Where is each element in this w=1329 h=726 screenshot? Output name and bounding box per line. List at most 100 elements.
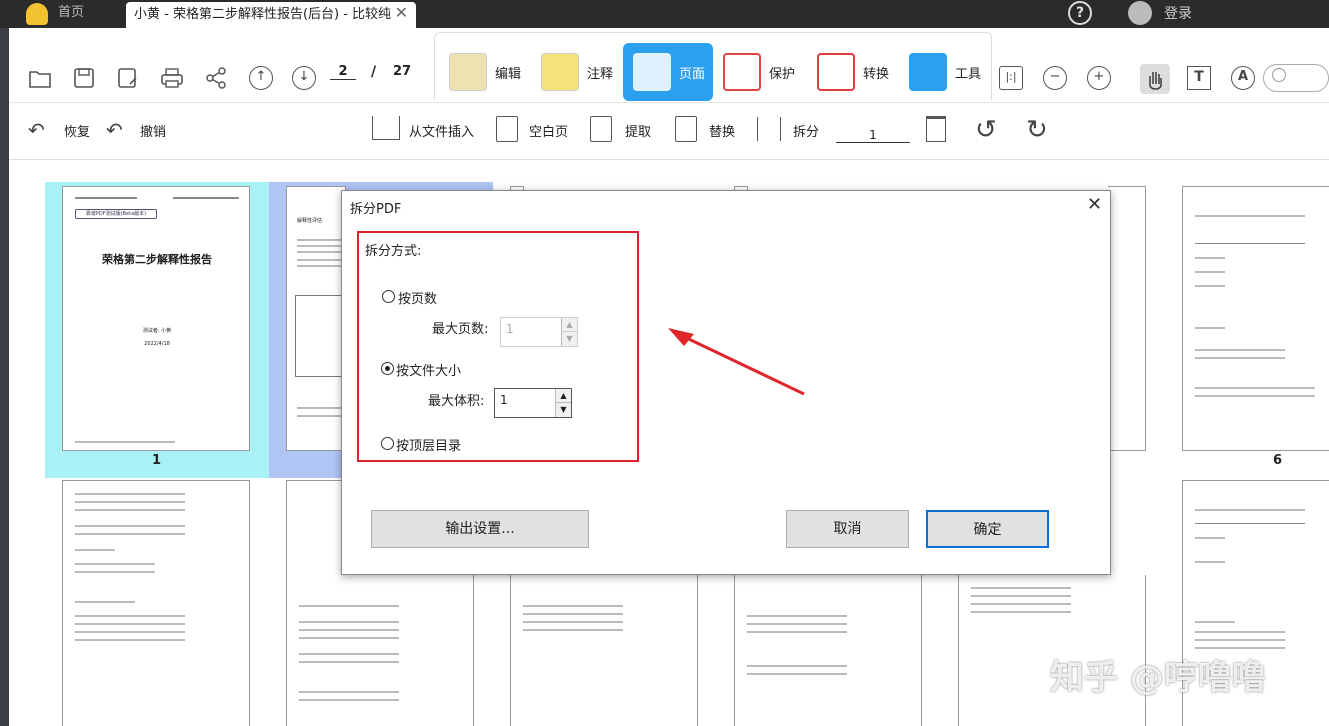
ribbon-tabs: 编辑 注释 页面 保护 转换 工具 bbox=[434, 32, 992, 101]
dialog-close-icon[interactable]: ✕ bbox=[1087, 194, 1102, 215]
ribbon-page-label: 页面 bbox=[679, 66, 706, 82]
tab-home-label: 首页 bbox=[58, 5, 85, 20]
home-icon bbox=[26, 3, 48, 25]
side-strip bbox=[0, 28, 9, 726]
help-icon[interactable]: ? bbox=[1068, 1, 1092, 25]
title-bar: 首页 小黄 - 荣格第二步解释性报告(后台) - 比较纯粹... ✕ ? 登录 bbox=[0, 0, 1329, 48]
ocr-icon[interactable]: A bbox=[1231, 66, 1255, 90]
text-select-icon[interactable]: T bbox=[1187, 66, 1211, 90]
zoom-out-icon[interactable]: − bbox=[1043, 66, 1067, 90]
replace-icon[interactable] bbox=[675, 116, 697, 142]
ribbon-annotate-label: 注释 bbox=[587, 66, 614, 82]
page-thumbnail-2[interactable]: 解释性评估 bbox=[286, 186, 347, 451]
page-up-icon[interactable]: ↑ bbox=[249, 66, 273, 90]
page-icon bbox=[633, 53, 671, 91]
ribbon-edit[interactable]: 编辑 bbox=[449, 43, 521, 101]
radio-by-toc-label[interactable]: 按顶层目录 bbox=[396, 435, 461, 454]
login-link[interactable]: 登录 bbox=[1164, 3, 1192, 23]
open-folder-icon[interactable] bbox=[28, 66, 52, 90]
split-icon[interactable] bbox=[757, 117, 781, 141]
page-down-icon[interactable]: ↓ bbox=[292, 66, 316, 90]
protect-icon bbox=[723, 53, 761, 91]
hand-tool-icon[interactable] bbox=[1140, 64, 1170, 94]
print-icon[interactable] bbox=[160, 66, 184, 90]
page-thumbnail-9[interactable] bbox=[510, 575, 698, 726]
split-method-label: 拆分方式: bbox=[365, 244, 422, 259]
ribbon-tools[interactable]: 工具 bbox=[909, 43, 981, 101]
max-pages-value: 1 bbox=[506, 322, 514, 336]
convert-icon bbox=[817, 53, 855, 91]
rotate-left-icon[interactable]: ↺ bbox=[975, 115, 997, 145]
replace-button[interactable]: 替换 bbox=[709, 121, 735, 140]
cover-title: 荣格第二步解释性报告 bbox=[102, 253, 212, 266]
avatar[interactable] bbox=[1128, 1, 1152, 25]
ribbon-convert-label: 转换 bbox=[863, 66, 890, 82]
output-settings-button[interactable]: 输出设置... bbox=[371, 510, 589, 548]
page-separator: / bbox=[371, 64, 377, 80]
undo-button[interactable]: 撤销 bbox=[140, 121, 166, 140]
page-thumbnail-5[interactable] bbox=[1108, 186, 1146, 451]
page-thumbnail-7[interactable] bbox=[62, 480, 250, 726]
ribbon-protect[interactable]: 保护 bbox=[723, 43, 795, 101]
max-size-label: 最大体积: bbox=[428, 394, 485, 409]
undo-icon[interactable]: ↶ bbox=[106, 118, 123, 142]
share-icon[interactable] bbox=[204, 66, 228, 90]
page-number-1: 1 bbox=[152, 453, 162, 468]
radio-by-size[interactable] bbox=[381, 362, 394, 375]
save-icon[interactable] bbox=[72, 66, 96, 90]
delete-icon[interactable] bbox=[926, 116, 946, 142]
radio-by-pages[interactable] bbox=[382, 290, 395, 303]
radio-by-pages-label[interactable]: 按页数 bbox=[398, 288, 437, 307]
current-page-input[interactable]: 2 bbox=[330, 64, 356, 80]
ribbon-tools-label: 工具 bbox=[955, 66, 982, 82]
redo-button[interactable]: 恢复 bbox=[64, 121, 90, 140]
max-pages-spinner[interactable]: 1 ▲ ▼ bbox=[500, 317, 578, 347]
cover-date: 2022/4/18 bbox=[144, 341, 170, 347]
page-thumbnail-6[interactable] bbox=[1182, 186, 1329, 451]
max-size-spinner[interactable]: 1 ▲ ▼ bbox=[494, 388, 572, 418]
extract-icon[interactable] bbox=[590, 116, 612, 142]
radio-by-size-label[interactable]: 按文件大小 bbox=[396, 360, 461, 379]
cover-tester: 测试者: 小黄 bbox=[142, 328, 172, 334]
split-button[interactable]: 拆分 bbox=[793, 121, 819, 140]
ribbon-protect-label: 保护 bbox=[769, 66, 796, 82]
spin-up-icon[interactable]: ▲ bbox=[561, 318, 577, 332]
insert-file-icon[interactable] bbox=[372, 116, 400, 140]
total-pages: 27 bbox=[393, 64, 412, 79]
dialog-title: 拆分PDF bbox=[350, 202, 402, 217]
extract-button[interactable]: 提取 bbox=[625, 121, 651, 140]
ribbon-page[interactable]: 页面 bbox=[623, 43, 713, 101]
ribbon-convert[interactable]: 转换 bbox=[817, 43, 889, 101]
annotate-icon bbox=[541, 53, 579, 91]
watermark: 知乎 @哼噜噜 bbox=[1050, 658, 1266, 698]
page-thumbnail-10[interactable] bbox=[734, 575, 922, 726]
cover-badge: 靠谱PDF测试版(Beta版本) bbox=[75, 209, 157, 219]
max-pages-label: 最大页数: bbox=[432, 322, 489, 337]
spin-down-icon[interactable]: ▼ bbox=[561, 332, 577, 346]
max-size-value: 1 bbox=[500, 393, 508, 407]
annotation-arrow bbox=[668, 328, 805, 396]
fit-page-icon[interactable]: |:| bbox=[999, 66, 1023, 90]
search-icon bbox=[1272, 68, 1286, 82]
spin-up-icon[interactable]: ▲ bbox=[555, 389, 571, 403]
page2-heading: 解释性评估 bbox=[297, 218, 323, 224]
page-thumbnail-1[interactable]: 靠谱PDF测试版(Beta版本) 荣格第二步解释性报告 测试者: 小黄 2022… bbox=[62, 186, 250, 451]
redo-icon[interactable]: ↶ bbox=[28, 118, 45, 142]
rotate-right-icon[interactable]: ↻ bbox=[1026, 115, 1048, 145]
blank-page-icon[interactable] bbox=[496, 116, 518, 142]
zoom-in-icon[interactable]: + bbox=[1087, 66, 1111, 90]
radio-by-toc[interactable] bbox=[381, 437, 394, 450]
close-tab-icon[interactable]: ✕ bbox=[395, 0, 408, 26]
page-number-6: 6 bbox=[1273, 453, 1283, 468]
insert-file-button[interactable]: 从文件插入 bbox=[409, 121, 474, 140]
search-input[interactable] bbox=[1263, 64, 1329, 92]
ribbon-annotate[interactable]: 注释 bbox=[541, 43, 613, 101]
blank-page-button[interactable]: 空白页 bbox=[529, 121, 568, 140]
save-as-icon[interactable] bbox=[116, 66, 140, 90]
spin-down-icon[interactable]: ▼ bbox=[555, 403, 571, 417]
ok-button[interactable]: 确定 bbox=[926, 510, 1049, 548]
tab-home[interactable]: 首页 bbox=[18, 0, 128, 28]
split-page-input[interactable]: 1 bbox=[836, 128, 910, 143]
tab-document[interactable]: 小黄 - 荣格第二步解释性报告(后台) - 比较纯粹... ✕ bbox=[126, 0, 416, 48]
cancel-button[interactable]: 取消 bbox=[786, 510, 909, 548]
